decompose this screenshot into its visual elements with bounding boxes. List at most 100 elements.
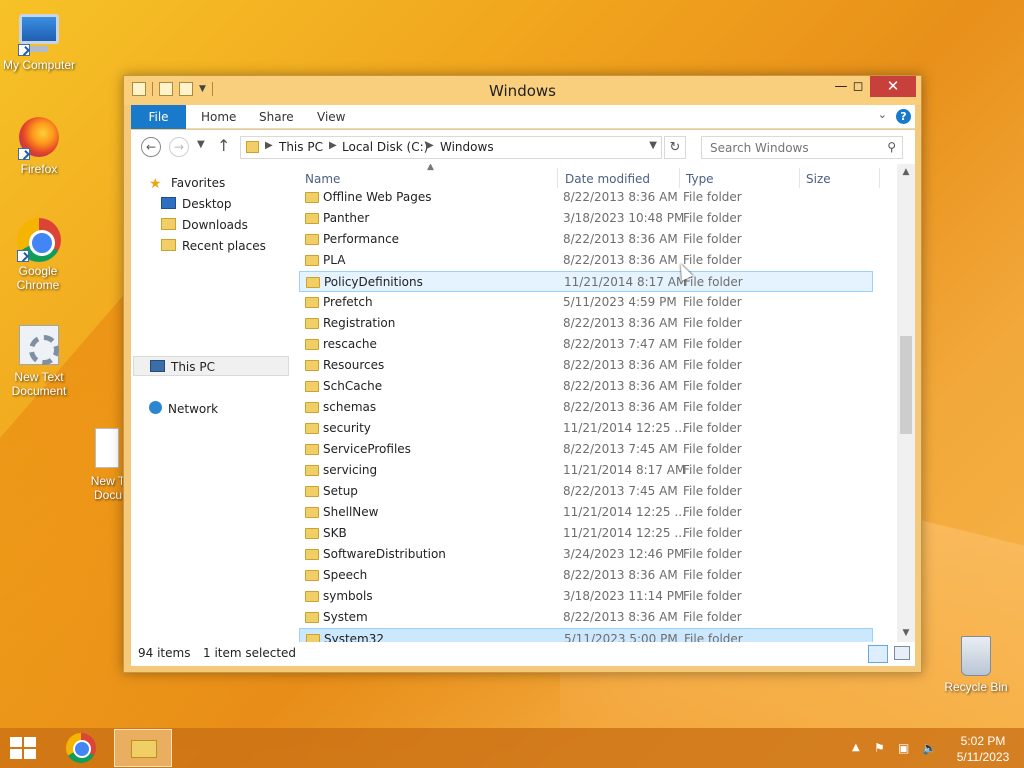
column-divider[interactable] <box>557 168 558 188</box>
window-title: Windows <box>489 82 556 100</box>
tab-view[interactable]: View <box>317 105 345 129</box>
table-row[interactable]: ServiceProfiles 8/22/2013 7:45 AM File fol… <box>299 439 873 460</box>
recent-locations-chevron-icon[interactable]: ▼ <box>197 139 205 150</box>
tab-home[interactable]: Home <box>201 105 236 129</box>
table-row[interactable]: servicing 11/21/2014 8:17 AM File folder <box>299 460 873 481</box>
chrome-icon <box>15 216 61 262</box>
breadcrumb-local-disk[interactable]: Local Disk (C:) <box>342 140 428 154</box>
column-size[interactable]: Size <box>806 172 831 186</box>
table-row[interactable]: PolicyDefinitions 11/21/2014 8:17 AM File … <box>299 271 873 292</box>
table-row[interactable]: Speech 8/22/2013 8:36 AM File folder <box>299 565 873 586</box>
table-row[interactable]: schemas 8/22/2013 8:36 AM File folder <box>299 397 873 418</box>
breadcrumb-chevron-icon[interactable]: ▶ <box>265 140 273 151</box>
column-divider[interactable] <box>799 168 800 188</box>
desktop-icon-firefox[interactable]: Firefox <box>0 114 78 176</box>
address-bar[interactable]: ▶ This PC ▶ Local Disk (C:) ▶ Windows ▼ <box>240 136 662 159</box>
close-button[interactable]: ✕ <box>870 76 916 97</box>
table-row[interactable]: System32 5/11/2023 5:00 PM File folder <box>299 628 873 642</box>
table-row[interactable]: SKB 11/21/2014 12:25 ... File folder <box>299 523 873 544</box>
table-row[interactable]: symbols 3/18/2023 11:14 PM File folder <box>299 586 873 607</box>
table-row[interactable]: Performance 8/22/2013 8:36 AM File folder <box>299 229 873 250</box>
column-date-modified[interactable]: Date modified <box>565 172 650 186</box>
column-name[interactable]: Name <box>305 172 340 186</box>
column-type[interactable]: Type <box>686 172 714 186</box>
nav-recent-places[interactable]: Recent places <box>161 236 266 256</box>
help-icon[interactable]: ? <box>896 109 911 124</box>
vertical-scrollbar[interactable]: ▲ ▼ <box>897 164 915 642</box>
row-date-modified: 8/22/2013 7:47 AM <box>563 337 678 351</box>
recent-places-icon <box>161 239 176 251</box>
chevron-down-icon[interactable]: ▼ <box>649 140 657 151</box>
nav-desktop[interactable]: Desktop <box>161 194 232 214</box>
taskbar-chrome[interactable] <box>64 732 98 764</box>
nav-network[interactable]: Network <box>149 399 218 419</box>
table-row[interactable]: PLA 8/22/2013 8:36 AM File folder <box>299 250 873 271</box>
table-row[interactable]: Setup 8/22/2013 7:45 AM File folder <box>299 481 873 502</box>
table-row[interactable]: Prefetch 5/11/2023 4:59 PM File folder <box>299 292 873 313</box>
scrollbar-thumb[interactable] <box>900 336 912 434</box>
row-date-modified: 11/21/2014 8:17 AM <box>563 463 686 477</box>
breadcrumb-windows[interactable]: Windows <box>440 140 494 154</box>
taskbar-file-explorer[interactable] <box>114 729 172 767</box>
table-row[interactable]: rescache 8/22/2013 7:47 AM File folder <box>299 334 873 355</box>
column-divider[interactable] <box>679 168 680 188</box>
row-name: ShellNew <box>323 505 379 519</box>
action-center-flag-icon[interactable]: ⚑ <box>874 741 890 755</box>
chevron-down-icon[interactable]: ⌄ <box>878 108 887 121</box>
desktop-icon-new-text-document[interactable]: New Text Document <box>0 322 78 398</box>
breadcrumb-chevron-icon[interactable]: ▶ <box>329 140 337 151</box>
row-type: File folder <box>683 463 742 477</box>
nav-favorites[interactable]: ★ Favorites <box>149 173 225 193</box>
desktop-icon-chrome[interactable]: Google Chrome <box>0 216 76 292</box>
scroll-down-icon[interactable]: ▼ <box>897 625 915 642</box>
downloads-icon <box>161 218 176 230</box>
desktop-icon-my-computer[interactable]: My Computer <box>0 10 78 72</box>
column-divider[interactable] <box>879 168 880 188</box>
sort-ascending-icon: ▲ <box>427 164 434 172</box>
navigation-pane[interactable]: ★ Favorites Desktop Downloads Recent plac… <box>131 164 291 642</box>
nav-downloads[interactable]: Downloads <box>161 215 248 235</box>
breadcrumb-this-pc[interactable]: This PC <box>279 140 323 154</box>
clock-time: 5:02 PM <box>960 734 1006 748</box>
search-box[interactable]: ⚲ <box>701 136 903 159</box>
table-row[interactable]: ShellNew 11/21/2014 12:25 ... File folder <box>299 502 873 523</box>
row-name: PolicyDefinitions <box>324 275 423 289</box>
breadcrumb-chevron-icon[interactable]: ▶ <box>426 140 434 151</box>
table-row[interactable]: SchCache 8/22/2013 8:36 AM File folder <box>299 376 873 397</box>
recycle-bin-icon <box>953 632 999 678</box>
details-view-icon[interactable] <box>868 645 888 663</box>
refresh-icon[interactable]: ↻ <box>664 136 686 159</box>
show-hidden-icons-icon[interactable]: ▲ <box>852 742 860 753</box>
table-row[interactable]: SoftwareDistribution 3/24/2023 12:46 PM Fi… <box>299 544 873 565</box>
search-input[interactable] <box>702 137 877 158</box>
desktop-icon-recycle-bin[interactable]: Recycle Bin <box>936 632 1016 694</box>
settings-gears-icon <box>16 322 62 368</box>
file-list[interactable]: ▲ Name Date modified Type Size Offline W… <box>299 164 895 642</box>
content-area: ★ Favorites Desktop Downloads Recent plac… <box>131 164 915 666</box>
large-icons-view-icon[interactable] <box>894 646 910 660</box>
search-icon[interactable]: ⚲ <box>887 140 896 154</box>
table-row[interactable]: System 8/22/2013 8:36 AM File folder <box>299 607 873 628</box>
table-row[interactable]: Panther 3/18/2023 10:48 PM File folder <box>299 208 873 229</box>
taskbar-clock[interactable]: 5:02 PM 5/11/2023 <box>948 733 1018 765</box>
volume-muted-icon[interactable]: 🔈 <box>922 741 938 755</box>
table-row[interactable]: Registration 8/22/2013 8:36 AM File folder <box>299 313 873 334</box>
row-name: Offline Web Pages <box>323 190 432 204</box>
table-row[interactable]: security 11/21/2014 12:25 ... File folder <box>299 418 873 439</box>
table-row[interactable]: Offline Web Pages 8/22/2013 8:36 AM File f… <box>299 187 873 208</box>
row-date-modified: 8/22/2013 8:36 AM <box>563 358 678 372</box>
tab-file[interactable]: File <box>131 105 186 129</box>
up-arrow-icon[interactable]: ↑ <box>217 136 230 155</box>
tab-share[interactable]: Share <box>259 105 294 129</box>
nav-this-pc[interactable]: This PC <box>133 356 289 376</box>
back-arrow-icon[interactable]: ← <box>141 137 161 157</box>
table-row[interactable]: Resources 8/22/2013 8:36 AM File folder <box>299 355 873 376</box>
row-date-modified: 8/22/2013 8:36 AM <box>563 253 678 267</box>
title-bar[interactable]: ▼ Windows — ◻ ✕ <box>124 76 921 105</box>
desktop-icon-label: New T Docu <box>90 474 126 502</box>
scroll-up-icon[interactable]: ▲ <box>897 164 915 181</box>
start-button[interactable] <box>10 737 38 759</box>
forward-arrow-icon[interactable]: → <box>169 137 189 157</box>
row-date-modified: 8/22/2013 7:45 AM <box>563 484 678 498</box>
network-status-icon[interactable]: ▣ <box>898 741 914 755</box>
